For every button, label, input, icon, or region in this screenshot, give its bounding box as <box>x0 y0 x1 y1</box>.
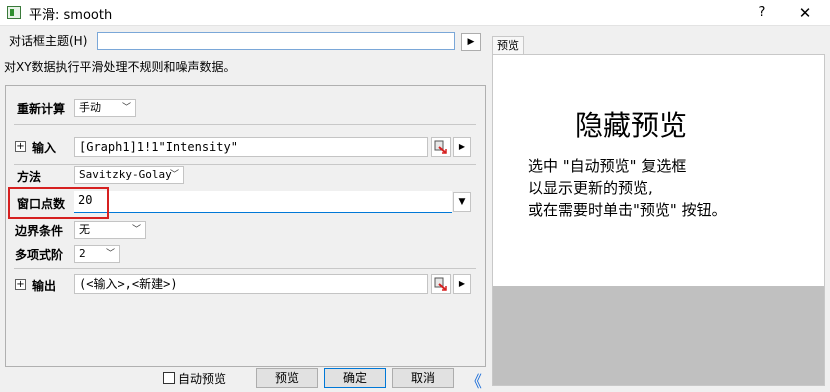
range-picker-icon <box>434 277 447 291</box>
preview-hint-line: 以显示更新的预览, <box>528 179 653 197</box>
title-bar <box>0 0 830 26</box>
chevron-down-icon: ﹀ <box>131 225 141 235</box>
preview-button[interactable]: 预览 <box>256 368 318 388</box>
divider <box>14 164 476 165</box>
expand-output-icon[interactable]: + <box>15 279 26 290</box>
recalc-select[interactable]: 手动 ﹀ <box>74 99 136 117</box>
window-title: 平滑: smooth <box>29 8 113 23</box>
method-label: 方法 <box>17 170 42 184</box>
input-menu-button[interactable]: ▶ <box>453 137 471 157</box>
select-output-button[interactable] <box>431 274 451 294</box>
close-button[interactable]: ✕ <box>795 3 815 23</box>
theme-label: 对话框主题(H) <box>9 34 88 48</box>
input-range-field[interactable]: [Graph1]1!1"Intensity" <box>74 137 428 157</box>
method-select[interactable]: Savitzky-Golay ﹀ <box>74 166 184 184</box>
chevron-down-icon: ﹀ <box>121 103 131 113</box>
chevron-down-icon: ﹀ <box>169 170 179 180</box>
select-range-button[interactable] <box>431 137 451 157</box>
preview-heading: 隐藏预览 <box>575 109 688 142</box>
dialog-description: 对XY数据执行平滑处理不规则和噪声数据。 <box>4 60 236 74</box>
theme-menu-button[interactable]: ▶ <box>461 33 481 51</box>
preview-hint-line: 或在需要时单击"预览" 按钮。 <box>528 201 727 219</box>
boundary-label: 边界条件 <box>15 224 64 238</box>
theme-input[interactable] <box>97 32 455 50</box>
window-points-input[interactable]: 20 <box>74 191 452 213</box>
ok-button[interactable]: 确定 <box>324 368 386 388</box>
app-icon <box>7 6 21 19</box>
output-range-field[interactable]: (<输入>,<新建>) <box>74 274 428 294</box>
divider <box>14 124 476 125</box>
chevron-down-icon: ﹀ <box>105 249 115 259</box>
window-points-menu-button[interactable]: ▼ <box>453 192 471 212</box>
collapse-icon[interactable]: 《 <box>466 368 482 392</box>
poly-order-label: 多项式阶 <box>15 248 64 262</box>
expand-input-icon[interactable]: + <box>15 141 26 152</box>
input-label: 输入 <box>32 141 57 155</box>
preview-gray-area <box>493 286 824 385</box>
help-button[interactable]: ? <box>752 3 772 23</box>
divider <box>14 268 476 269</box>
range-picker-icon <box>434 140 447 154</box>
tab-preview[interactable]: 预览 <box>492 36 524 54</box>
poly-order-select[interactable]: 2 ﹀ <box>74 245 120 263</box>
output-menu-button[interactable]: ▶ <box>453 274 471 294</box>
output-label: 输出 <box>32 279 57 293</box>
auto-preview-label: 自动预览 <box>178 372 227 386</box>
recalc-label: 重新计算 <box>17 102 66 116</box>
auto-preview-checkbox[interactable] <box>163 372 175 384</box>
preview-hint-line: 选中 "自动预览" 复选框 <box>528 157 687 175</box>
highlight-box <box>8 187 109 219</box>
boundary-select[interactable]: 无 ﹀ <box>74 221 146 239</box>
cancel-button[interactable]: 取消 <box>392 368 454 388</box>
